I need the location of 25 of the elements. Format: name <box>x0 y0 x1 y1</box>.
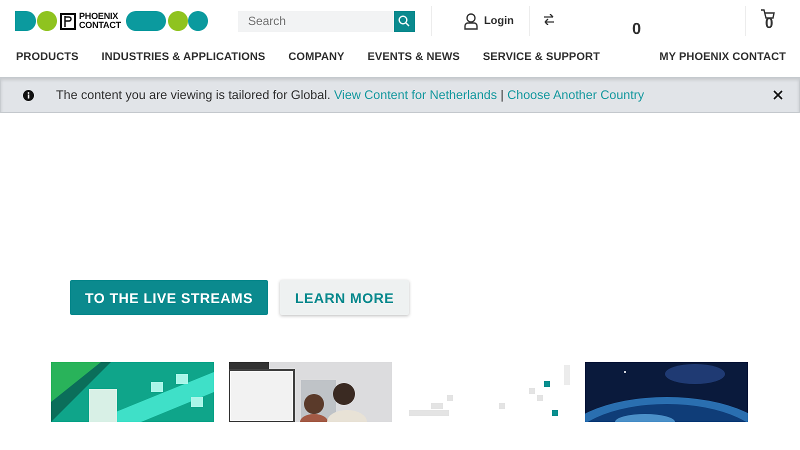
close-icon <box>773 90 783 100</box>
compare-count: 0 <box>632 21 641 39</box>
compare-icon[interactable] <box>544 14 554 25</box>
nav-item[interactable]: INDUSTRIES & APPLICATIONS <box>102 51 266 63</box>
logo-text: CONTACT <box>79 21 121 30</box>
logo-shapes-icon <box>15 11 57 31</box>
nav-item[interactable]: SERVICE & SUPPORT <box>482 51 600 63</box>
learn-more-button[interactable]: LEARN MORE <box>280 280 410 315</box>
close-button[interactable] <box>773 90 783 100</box>
nav-item[interactable]: PRODUCTS <box>16 51 79 63</box>
search-icon <box>398 15 410 27</box>
nav-item[interactable]: COMPANY <box>288 51 344 63</box>
logo-shapes-icon <box>124 11 208 31</box>
separator-text: | <box>500 88 504 102</box>
logo-mark-icon <box>60 12 76 30</box>
user-icon <box>464 12 478 30</box>
search-field[interactable]: Search <box>238 10 394 32</box>
nav-item[interactable]: EVENTS & NEWS <box>367 51 460 63</box>
info-icon <box>23 90 34 100</box>
account-link[interactable]: MY PHOENIX CONTACT <box>659 51 786 63</box>
live-streams-button[interactable]: TO THE LIVE STREAMS <box>70 280 268 315</box>
notice-text: The content you are viewing is tailored for Global. <box>56 88 330 102</box>
search-button[interactable] <box>394 10 415 32</box>
login-link[interactable]: Login <box>464 9 514 33</box>
logo-text: PHOENIX <box>79 12 120 21</box>
